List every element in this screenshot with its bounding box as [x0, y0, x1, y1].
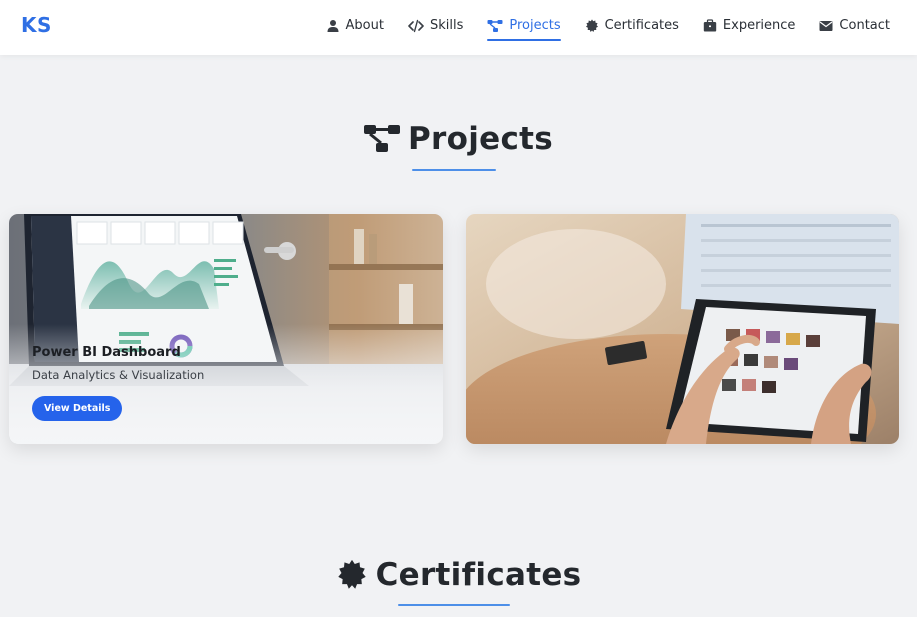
nav-item-projects[interactable]: Projects	[487, 16, 561, 41]
certificates-heading: Certificates	[0, 557, 917, 593]
nav-label-skills: Skills	[429, 18, 464, 33]
envelope-icon	[819, 20, 833, 31]
nav-item-about[interactable]: About	[326, 16, 384, 39]
project-card-2[interactable]	[466, 214, 899, 444]
main-nav: About Skills Projects Certificates Exper…	[326, 0, 890, 55]
project-diagram-icon	[363, 125, 400, 152]
briefcase-icon	[703, 18, 717, 31]
code-icon	[408, 19, 424, 32]
certificate-icon	[337, 559, 366, 589]
project-card-powerbi[interactable]: Power BI Dashboard Data Analytics & Visu…	[9, 214, 443, 444]
card-text-overlay	[9, 324, 443, 444]
card-subtitle: Data Analytics & Visualization	[32, 368, 205, 382]
view-details-button[interactable]: View Details	[32, 396, 123, 421]
projects-heading: Projects	[0, 121, 917, 157]
nav-item-skills[interactable]: Skills	[408, 16, 463, 39]
project-diagram-icon	[487, 19, 503, 32]
nav-label-contact: Contact	[839, 18, 890, 33]
nav-label-about: About	[345, 18, 384, 33]
projects-title: Projects	[407, 121, 553, 157]
certificate-icon	[585, 18, 598, 32]
nav-label-certificates: Certificates	[604, 18, 679, 33]
user-icon	[327, 19, 339, 32]
nav-label-projects: Projects	[509, 18, 561, 33]
certificates-title: Certificates	[375, 557, 582, 593]
brand-logo[interactable]: KS	[21, 13, 52, 37]
projects-title-underline	[412, 169, 496, 171]
nav-item-certificates[interactable]: Certificates	[585, 16, 679, 39]
nav-item-contact[interactable]: Contact	[819, 16, 890, 39]
certificates-title-underline	[398, 604, 510, 606]
nav-item-experience[interactable]: Experience	[703, 16, 796, 39]
top-navbar: KS About Skills Projects Certificates Ex…	[0, 0, 917, 55]
nav-label-experience: Experience	[722, 18, 796, 33]
tablet-browsing-photo	[466, 214, 899, 444]
card-title: Power BI Dashboard	[32, 345, 181, 360]
